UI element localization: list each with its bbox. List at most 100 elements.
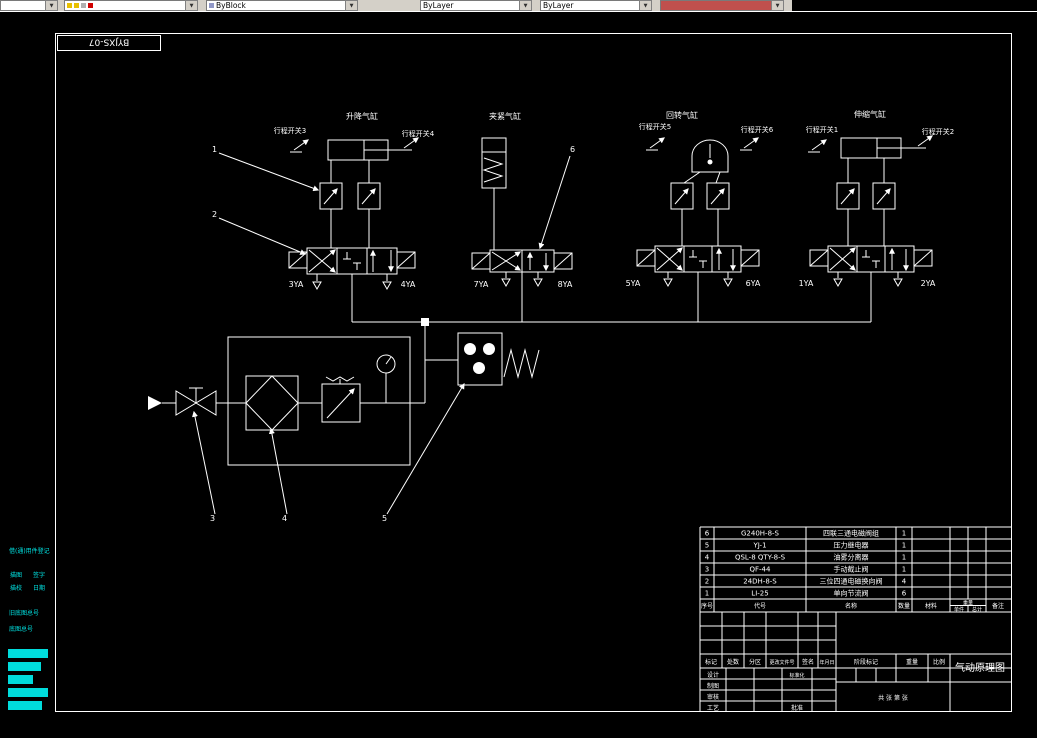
part-no: 2 [705, 578, 709, 586]
dropdown-arrow-icon[interactable]: ▼ [185, 0, 198, 11]
doc-number: BYJXS-07 [89, 37, 129, 47]
margin-label: 描校 [10, 584, 22, 592]
margin-block [8, 688, 48, 697]
dropdown-arrow-icon[interactable]: ▼ [345, 0, 358, 11]
layer-on-icon [67, 3, 72, 8]
cad-application-window: ▼ ▼ ByBlock ▼ ByLayer ▼ ByLayer ▼ ▼ BYJX… [0, 0, 1037, 738]
lineweight-combo-label: ByLayer [543, 1, 574, 10]
air-preparation-unit[interactable] [216, 336, 411, 466]
view-combo-field [0, 0, 45, 11]
field-label: 制图 [707, 682, 719, 690]
layer-combo-field [64, 0, 185, 11]
margin-block [8, 662, 41, 671]
color-combo[interactable]: ByBlock ▼ [206, 0, 358, 11]
col-header: 单件 [954, 606, 964, 613]
solenoid-label: 5YA [626, 279, 641, 288]
solenoid-label: 3YA [289, 280, 304, 289]
margin-block [8, 701, 42, 710]
drawing-title: 气动原理图 [955, 661, 1005, 674]
col-header: 总计 [972, 606, 982, 613]
part-qty: 4 [902, 578, 907, 586]
limit-switch-label: 行程开关2 [922, 127, 954, 136]
properties-toolbar: ▼ ▼ ByBlock ▼ ByLayer ▼ ByLayer ▼ ▼ [0, 0, 792, 11]
dropdown-arrow-icon[interactable]: ▼ [519, 0, 532, 11]
part-ref-label: 6 [570, 145, 575, 154]
margin-annotations: 借(通)用件登记 描图 签字 描校 日期 旧底图总号 底图总号 [8, 547, 50, 710]
part-code: 24DH-8-S [743, 578, 777, 586]
part-ref-label: 2 [212, 210, 217, 219]
part-no: 6 [705, 530, 710, 538]
field-label: 重量 [906, 658, 918, 666]
limit-switch-label: 行程开关6 [741, 125, 774, 134]
lift-cylinder-group[interactable]: 升降气缸 行程开关3 行程开关4 3YA 4YA 1 2 [212, 111, 435, 322]
cylinder-label: 升降气缸 [346, 111, 378, 121]
part-name: 四联三通电磁阀组 [823, 529, 879, 538]
pressure-relay[interactable] [457, 332, 540, 386]
field-label: 分区 [749, 658, 761, 666]
lineweight-combo-field: ByLayer [540, 0, 639, 11]
field-label: 审核 [707, 693, 719, 701]
margin-label: 借(通)用件登记 [9, 547, 50, 555]
limit-switch-label: 行程开关3 [274, 126, 306, 135]
clamp-cylinder-group[interactable]: 夹紧气缸 7YA 8YA 6 [471, 111, 575, 322]
plotstyle-combo[interactable]: ▼ [660, 0, 784, 11]
field-label: 更改文件号 [769, 659, 794, 666]
part-no: 5 [705, 542, 709, 550]
solenoid-label: 6YA [746, 279, 761, 288]
part-ref-label: 3 [210, 514, 215, 523]
drawing-canvas[interactable]: BYJXS-07 借(通)用件登记 描图 签字 描校 日期 旧底图总号 底图总号… [0, 0, 1037, 738]
part-code: YJ-1 [752, 542, 766, 550]
dropdown-arrow-icon[interactable]: ▼ [639, 0, 652, 11]
field-label: 设计 [707, 671, 719, 679]
field-label: 工艺 [707, 704, 719, 712]
cylinder-label: 伸缩气缸 [854, 109, 886, 119]
manual-shutoff-valve[interactable] [148, 387, 217, 416]
cylinder-label: 回转气缸 [666, 110, 698, 120]
part-no: 1 [705, 590, 709, 598]
part-name: 单向节流阀 [834, 589, 869, 598]
field-label: 标准化 [789, 672, 804, 679]
margin-label: 底图总号 [9, 625, 33, 633]
air-supply-line[interactable] [352, 318, 871, 404]
field-label: 签名 [802, 658, 814, 666]
layer-lock-icon [81, 3, 86, 8]
linetype-combo-label: ByLayer [423, 1, 454, 10]
rotary-cylinder-group[interactable]: 回转气缸 行程开关5 行程开关6 5YA 6YA [626, 110, 774, 322]
solenoid-label: 8YA [558, 280, 573, 289]
title-block[interactable]: 6 G240H-8-S 四联三通电磁阀组 1 5 YJ-1 压力继电器 1 4 … [699, 526, 1011, 712]
layer-thaw-icon [74, 3, 79, 8]
margin-label: 日期 [33, 584, 45, 592]
limit-switch-label: 行程开关1 [806, 125, 838, 134]
telescopic-cylinder-group[interactable]: 伸缩气缸 行程开关1 行程开关2 1YA 2YA [799, 109, 955, 322]
limit-switch-label: 行程开关4 [402, 129, 435, 138]
lineweight-combo[interactable]: ByLayer ▼ [540, 0, 652, 11]
limit-switch-label: 行程开关5 [639, 122, 671, 131]
part-name: 手动截止阀 [834, 565, 869, 574]
part-ref-label: 5 [382, 514, 387, 523]
field-label: 批准 [791, 704, 803, 712]
solenoid-label: 4YA [401, 280, 416, 289]
solenoid-label: 1YA [799, 279, 814, 288]
field-label: 共 张 第 张 [878, 694, 908, 702]
linetype-combo[interactable]: ByLayer ▼ [420, 0, 532, 11]
part-qty: 6 [902, 590, 907, 598]
part-name: 三位四通电磁换向阀 [820, 577, 883, 586]
part-qty: 1 [902, 542, 906, 550]
part-name: 油雾分离器 [834, 553, 869, 562]
dropdown-arrow-icon[interactable]: ▼ [771, 0, 784, 11]
part-code: QF-44 [750, 566, 772, 574]
layer-combo[interactable]: ▼ [64, 0, 198, 11]
view-combo[interactable]: ▼ [0, 0, 58, 11]
part-no: 4 [705, 554, 710, 562]
margin-block [8, 675, 33, 684]
margin-block [8, 649, 48, 658]
part-ref-label: 4 [282, 514, 287, 523]
dropdown-arrow-icon[interactable]: ▼ [45, 0, 58, 11]
col-header: 代号 [754, 602, 766, 610]
part-ref-label: 1 [212, 145, 217, 154]
part-qty: 1 [902, 566, 906, 574]
margin-label: 签字 [33, 571, 45, 579]
linetype-combo-field: ByLayer [420, 0, 519, 11]
col-header: 名称 [845, 602, 857, 610]
part-qty: 1 [902, 530, 906, 538]
